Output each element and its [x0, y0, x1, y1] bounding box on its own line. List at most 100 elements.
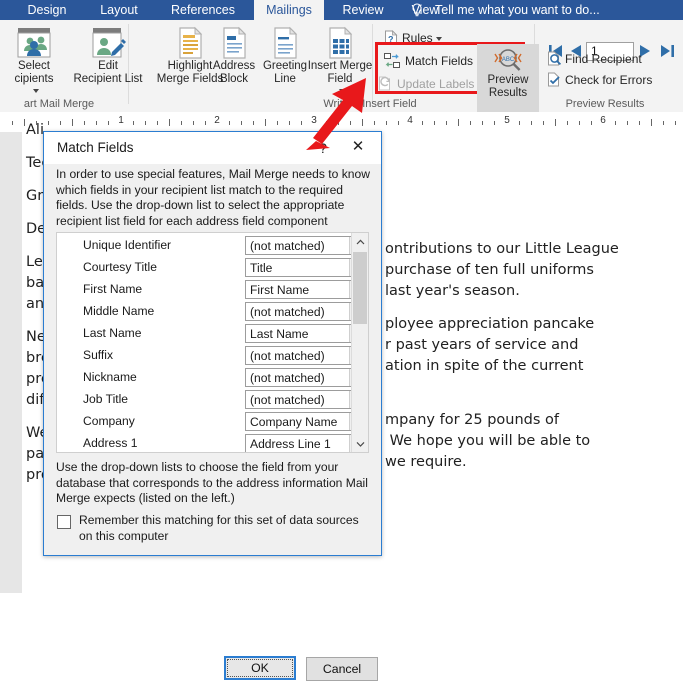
- ruler-tick: [229, 121, 230, 125]
- match-fields-dialog[interactable]: Match Fields ? ✕ In order to use special…: [43, 131, 382, 681]
- ruler-tick: [60, 121, 61, 125]
- match-field-value: Address Line 1: [250, 437, 331, 451]
- ruler-tick: [434, 121, 435, 125]
- ruler-tick: [169, 119, 170, 126]
- ruler-tick: [398, 121, 399, 125]
- match-field-dropdown[interactable]: Title: [245, 258, 368, 277]
- match-field-dropdown[interactable]: Last Name: [245, 324, 368, 343]
- ruler-tick: [458, 119, 459, 126]
- dialog-hint-text: Use the drop-down lists to choose the fi…: [56, 460, 368, 505]
- preview-results-label-2: Results: [488, 86, 528, 99]
- remember-matching-checkbox[interactable]: [57, 515, 71, 529]
- ruler-tick: [253, 121, 254, 125]
- match-field-value: First Name: [250, 283, 310, 297]
- ruler-tick: [96, 121, 97, 125]
- select-recipients-icon: [17, 28, 51, 58]
- ruler-tick: [84, 121, 85, 125]
- ruler-tick: [181, 121, 182, 125]
- match-field-dropdown[interactable]: First Name: [245, 280, 368, 299]
- match-field-dropdown[interactable]: (not matched): [245, 236, 368, 255]
- ruler-tick: [193, 121, 194, 125]
- document-text-fragment: purchase of ten full uniforms: [385, 262, 594, 278]
- match-field-dropdown[interactable]: (not matched): [245, 368, 368, 387]
- dialog-title: Match Fields: [57, 140, 134, 155]
- match-field-name: Job Title: [83, 392, 129, 406]
- check-for-errors-button[interactable]: Check for Errors: [547, 72, 652, 87]
- match-field-dropdown[interactable]: Address Line 1: [245, 434, 368, 452]
- ruler-tick: [591, 121, 592, 125]
- ruler-tick: [241, 121, 242, 125]
- match-field-row: Address 1 Address Line 1: [57, 433, 368, 452]
- match-field-value: (not matched): [250, 371, 325, 385]
- scroll-up-arrow-icon[interactable]: [352, 233, 368, 250]
- ruler-number: 1: [118, 115, 124, 126]
- ok-button[interactable]: OK: [224, 656, 296, 680]
- ruler-tick: [470, 121, 471, 125]
- preview-results-label-1: Preview: [487, 74, 529, 86]
- ok-button-label: OK: [227, 659, 293, 677]
- ruler-tick: [205, 121, 206, 125]
- ruler-number: 2: [214, 115, 220, 126]
- tab-review[interactable]: Review: [332, 0, 394, 20]
- ruler-tick: [494, 121, 495, 125]
- match-field-value: (not matched): [250, 393, 325, 407]
- last-record-button[interactable]: [658, 42, 676, 60]
- match-field-name: Courtesy Title: [83, 260, 157, 274]
- match-field-value: Last Name: [250, 327, 309, 341]
- match-field-dropdown[interactable]: Company Name: [245, 412, 368, 431]
- preview-results-button-content[interactable]: ABC Preview Results: [477, 48, 539, 99]
- document-text-fragment: ployee appreciation pancake: [385, 316, 595, 332]
- match-field-name: Address 1: [83, 436, 138, 450]
- ruler-tick: [374, 121, 375, 125]
- match-field-row: Middle Name (not matched): [57, 301, 368, 323]
- document-text-fragment: ation in spite of the current: [385, 358, 584, 374]
- tab-mailings[interactable]: Mailings: [254, 0, 324, 20]
- tab-references[interactable]: References: [160, 0, 246, 20]
- match-field-row: Job Title (not matched): [57, 389, 368, 411]
- ruler-tick: [72, 119, 73, 126]
- cancel-button[interactable]: Cancel: [306, 657, 378, 681]
- match-field-value: (not matched): [250, 305, 325, 319]
- ruler-tick: [386, 121, 387, 125]
- ruler-tick: [24, 119, 25, 126]
- scroll-down-arrow-icon[interactable]: [352, 435, 368, 452]
- scrollbar-thumb[interactable]: [353, 252, 367, 324]
- address-block-icon: [223, 26, 247, 59]
- document-text-fragment: mpany for 25 pounds of: [385, 412, 559, 428]
- ruler-tick: [627, 121, 628, 125]
- ruler-tick: [555, 119, 556, 126]
- document-text-fragment: last year's season.: [385, 283, 520, 299]
- match-field-dropdown[interactable]: (not matched): [245, 346, 368, 365]
- match-field-row: Courtesy Title Title: [57, 257, 368, 279]
- match-field-name: Company: [83, 414, 135, 428]
- find-recipient-button[interactable]: Find Recipient: [547, 51, 642, 66]
- match-field-name: Last Name: [83, 326, 142, 340]
- match-field-dropdown[interactable]: (not matched): [245, 302, 368, 321]
- ruler-tick: [277, 121, 278, 125]
- ruler-number: 6: [600, 115, 606, 126]
- ruler-tick: [157, 121, 158, 125]
- ruler-tick: [543, 121, 544, 125]
- tab-layout[interactable]: Layout: [88, 0, 150, 20]
- ruler-tick: [579, 121, 580, 125]
- match-field-value: Title: [250, 261, 273, 275]
- match-fields-list[interactable]: Unique Identifier (not matched) Courtesy T…: [56, 232, 369, 453]
- preview-results-icon: ABC: [494, 49, 522, 71]
- group-label-preview-results: Preview Results: [565, 98, 645, 110]
- match-field-value: (not matched): [250, 239, 325, 253]
- ruler-tick: [531, 121, 532, 125]
- ruler-tick: [12, 121, 13, 125]
- chevron-down-icon[interactable]: [32, 88, 39, 93]
- page-margin: [0, 132, 22, 593]
- field-list-scrollbar[interactable]: [351, 233, 368, 452]
- tab-design[interactable]: Design: [16, 0, 78, 20]
- chevron-down-icon[interactable]: [435, 36, 442, 41]
- tell-me-box[interactable]: Tell me what you want to do...: [425, 0, 625, 20]
- match-field-dropdown[interactable]: (not matched): [245, 390, 368, 409]
- check-for-errors-icon: [548, 72, 560, 87]
- remember-matching-label[interactable]: Remember this matching for this set of d…: [79, 513, 367, 544]
- find-recipient-icon: [548, 51, 562, 66]
- match-field-row: First Name First Name: [57, 279, 368, 301]
- ruler-number: 5: [504, 115, 510, 126]
- edit-recipient-list-icon: [92, 28, 126, 58]
